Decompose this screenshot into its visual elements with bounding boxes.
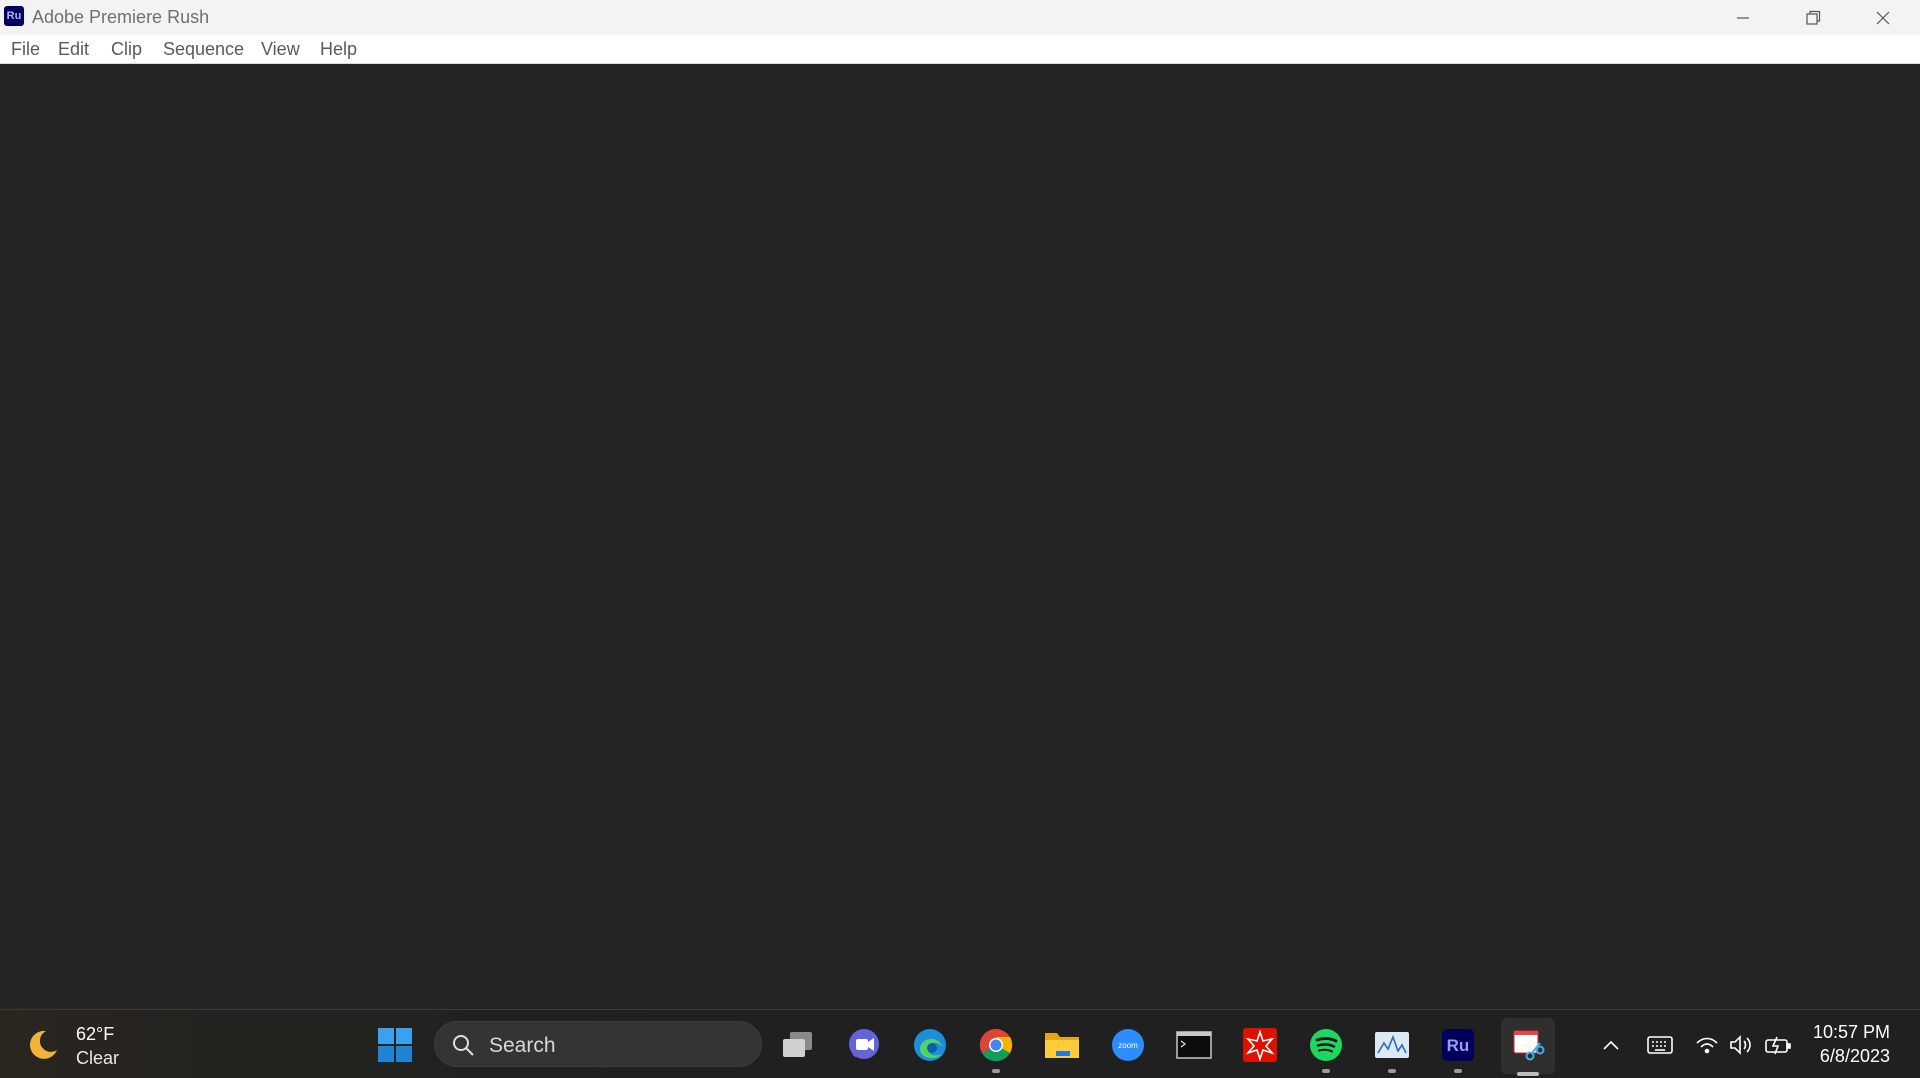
zoom-button[interactable]: zoom — [1106, 1023, 1150, 1067]
task-view-icon — [783, 1032, 812, 1057]
menu-view[interactable]: View — [261, 39, 300, 60]
start-button[interactable] — [373, 1023, 417, 1067]
premiere-rush-button[interactable]: Ru — [1436, 1023, 1480, 1073]
task-view-button[interactable] — [776, 1023, 820, 1067]
premiere-rush-icon: Ru — [1442, 1029, 1474, 1061]
chevron-up-icon — [1603, 1040, 1619, 1050]
teams-chat-button[interactable] — [842, 1023, 886, 1067]
menu-help[interactable]: Help — [320, 39, 357, 60]
menu-bar: File Edit Clip Sequence View Help — [0, 35, 1920, 64]
resource-monitor-icon — [1375, 1032, 1409, 1058]
spotify-icon — [1310, 1029, 1342, 1061]
teams-chat-icon — [849, 1029, 879, 1059]
menu-edit[interactable]: Edit — [58, 39, 89, 60]
touch-keyboard-button[interactable] — [1645, 1030, 1675, 1060]
weather-temp: 62°F — [76, 1024, 115, 1044]
weather-widget[interactable]: 62°F Clear — [26, 1022, 156, 1068]
search-placeholder: Search — [489, 1034, 556, 1057]
volume-icon — [1730, 1035, 1751, 1055]
active-indicator — [1517, 1072, 1539, 1076]
app-logo: Ru — [4, 6, 24, 26]
title-bar: Ru Adobe Premiere Rush — [0, 0, 1920, 35]
zoom-icon: zoom — [1112, 1029, 1144, 1061]
restore-icon — [1806, 10, 1821, 25]
spotify-button[interactable] — [1304, 1023, 1348, 1073]
volume-button[interactable] — [1726, 1030, 1756, 1060]
weather-condition: Clear — [76, 1048, 120, 1068]
snipping-tool-button[interactable] — [1501, 1018, 1555, 1076]
zoom-label: zoom — [1118, 1041, 1138, 1050]
resource-monitor-button[interactable] — [1370, 1023, 1414, 1073]
edge-button[interactable] — [908, 1023, 952, 1067]
network-button[interactable] — [1692, 1030, 1722, 1060]
mathematica-icon — [1243, 1028, 1277, 1062]
edge-icon — [914, 1029, 946, 1061]
terminal-icon — [1176, 1031, 1212, 1059]
close-button[interactable] — [1848, 0, 1918, 35]
app-logo-text: Ru — [6, 10, 22, 22]
battery-icon — [1765, 1036, 1791, 1055]
restore-button[interactable] — [1778, 0, 1848, 35]
moon-icon — [29, 1030, 57, 1059]
windows-start-icon — [378, 1028, 412, 1062]
minimize-icon — [1737, 16, 1749, 19]
close-icon — [1876, 11, 1890, 24]
workspace — [0, 64, 1920, 1009]
menu-sequence[interactable]: Sequence — [163, 39, 244, 60]
wifi-icon — [1696, 1037, 1718, 1054]
keyboard-icon — [1647, 1036, 1673, 1054]
mathematica-button[interactable] — [1238, 1023, 1282, 1067]
running-indicator — [1322, 1069, 1330, 1073]
file-explorer-button[interactable] — [1040, 1023, 1084, 1067]
chrome-icon — [979, 1028, 1013, 1062]
rush-label: Ru — [1447, 1036, 1470, 1055]
snipping-tool-icon — [1513, 1030, 1545, 1061]
clock-date[interactable]: 6/8/2023 — [1820, 1046, 1890, 1067]
running-indicator — [1454, 1069, 1462, 1073]
menu-clip[interactable]: Clip — [111, 39, 142, 60]
terminal-button[interactable] — [1172, 1023, 1216, 1067]
running-indicator — [992, 1069, 1000, 1073]
window-title: Adobe Premiere Rush — [32, 7, 210, 27]
search-icon — [453, 1035, 474, 1056]
minimize-button[interactable] — [1708, 0, 1778, 35]
menu-file[interactable]: File — [11, 39, 40, 60]
chrome-button[interactable] — [974, 1023, 1018, 1073]
show-hidden-icons-button[interactable] — [1596, 1030, 1626, 1060]
taskbar: 62°F Clear Search zoom Ru 10:57 PM 6/8/2… — [0, 1009, 1920, 1078]
running-indicator — [1388, 1069, 1396, 1073]
taskbar-search[interactable]: Search — [434, 1021, 762, 1067]
battery-button[interactable] — [1763, 1030, 1793, 1060]
file-explorer-icon — [1045, 1033, 1079, 1058]
clock-time[interactable]: 10:57 PM — [1813, 1022, 1890, 1043]
